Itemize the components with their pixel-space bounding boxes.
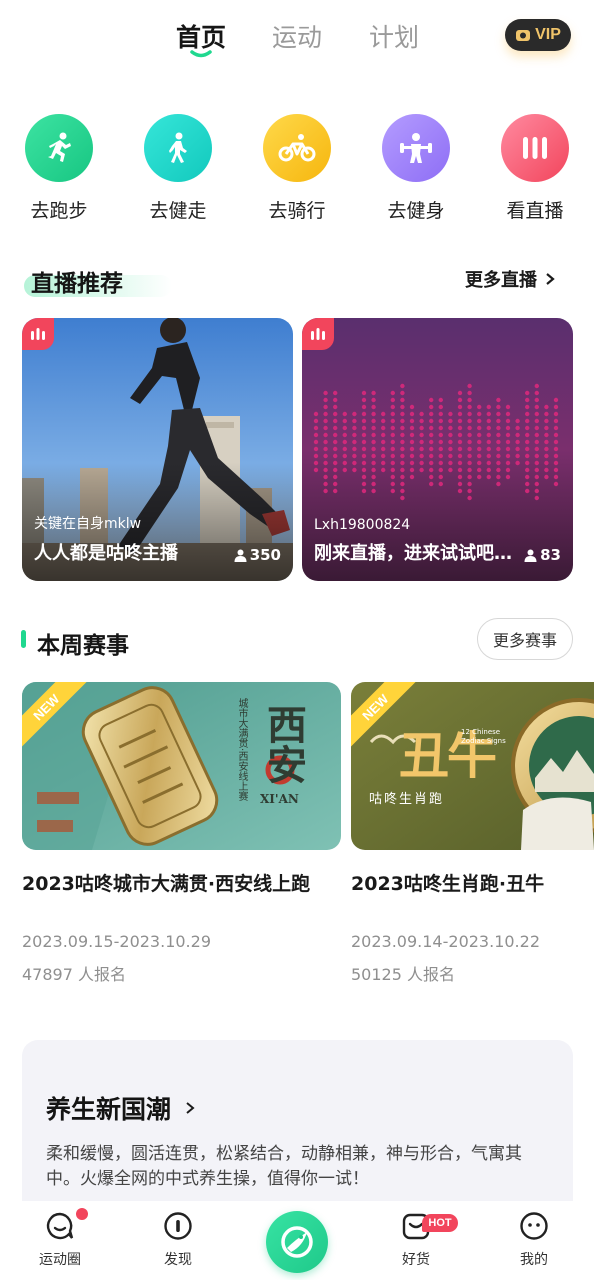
live-host: 关键在自身mklw bbox=[34, 516, 142, 532]
vip-label: VIP bbox=[535, 26, 561, 43]
action-walk[interactable]: 去健走 bbox=[128, 114, 228, 223]
tab-plan[interactable]: 计划 bbox=[369, 18, 419, 54]
nav-profile[interactable]: 我的 bbox=[494, 1211, 574, 1269]
vip-button[interactable]: VIP bbox=[505, 19, 571, 51]
event-card[interactable]: 丑牛 咕咚生肖跑 12 Chinese Zodiac Signs NEW 202… bbox=[351, 682, 594, 985]
event-art-tag: 12 Chinese Zodiac Signs bbox=[461, 728, 506, 745]
tab-active-indicator bbox=[190, 50, 212, 58]
action-live[interactable]: 看直播 bbox=[485, 114, 585, 223]
viewer-count: 350 bbox=[234, 546, 281, 564]
nav-goods-label: 好货 bbox=[402, 1252, 430, 1268]
live-card[interactable]: Lxh19800824 刚来直播，进来试试吧... 83 bbox=[302, 318, 573, 581]
event-name: 2023咕咚生肖跑·丑牛 bbox=[351, 873, 545, 895]
action-fitness-label: 去健身 bbox=[387, 200, 445, 222]
live-host: Lxh19800824 bbox=[314, 517, 411, 533]
nav-sport-circle-label: 运动圈 bbox=[39, 1252, 81, 1268]
action-run-label: 去跑步 bbox=[30, 200, 88, 222]
event-card[interactable]: 西安 XI'AN 城市大满贯·西安线上赛 NEW 2023咕咚城市大满贯·西安线… bbox=[22, 682, 341, 985]
action-run[interactable]: 去跑步 bbox=[9, 114, 109, 223]
event-cover: 丑牛 咕咚生肖跑 12 Chinese Zodiac Signs NEW bbox=[351, 682, 594, 850]
nav-discover[interactable]: 发现 bbox=[138, 1211, 218, 1269]
nav-discover-label: 发现 bbox=[164, 1252, 192, 1268]
chevron-right-icon bbox=[186, 1102, 195, 1114]
walking-icon bbox=[144, 114, 212, 182]
viewer-count-value: 83 bbox=[540, 546, 561, 564]
person-icon bbox=[234, 549, 247, 562]
live-section-title: 直播推荐 bbox=[31, 271, 123, 297]
event-dates: 2023.09.14-2023.10.22 bbox=[351, 932, 540, 951]
more-events-button[interactable]: 更多赛事 bbox=[477, 618, 573, 660]
event-art-title: 西安 bbox=[260, 704, 307, 784]
action-cycle[interactable]: 去骑行 bbox=[247, 114, 347, 223]
quick-actions: 去跑步 去健走 去骑行 去健身 看直播 bbox=[0, 114, 594, 224]
health-title: 养生新国潮 bbox=[46, 1090, 195, 1126]
nav-profile-label: 我的 bbox=[520, 1252, 548, 1268]
person-icon bbox=[524, 549, 537, 562]
action-fitness[interactable]: 去健身 bbox=[366, 114, 466, 223]
viewer-count: 83 bbox=[524, 546, 561, 564]
center-action-button[interactable] bbox=[266, 1211, 328, 1273]
chevron-right-icon bbox=[546, 273, 555, 285]
top-tab-bar: 首页 运动 计划 VIP bbox=[0, 0, 594, 80]
hot-badge: HOT bbox=[422, 1214, 458, 1232]
tab-home[interactable]: 首页 bbox=[176, 18, 226, 54]
event-name: 2023咕咚城市大满贯·西安线上跑 bbox=[22, 873, 311, 895]
live-title: 刚来直播，进来试试吧... bbox=[314, 543, 514, 564]
live-badge-icon bbox=[302, 318, 334, 350]
action-walk-label: 去健走 bbox=[149, 200, 207, 222]
tab-sport[interactable]: 运动 bbox=[272, 18, 322, 54]
event-signups: 50125 人报名 bbox=[351, 965, 455, 984]
event-cover: 西安 XI'AN 城市大满贯·西安线上赛 NEW bbox=[22, 682, 341, 850]
running-icon bbox=[25, 114, 93, 182]
live-badge-icon bbox=[22, 318, 54, 350]
events-section-title: 本周赛事 bbox=[37, 633, 129, 659]
event-art-subtitle: XI'AN bbox=[260, 792, 299, 806]
cycling-icon bbox=[263, 114, 331, 182]
live-title: 人人都是咕咚主播 bbox=[34, 543, 178, 564]
event-dates: 2023.09.15-2023.10.29 bbox=[22, 932, 211, 951]
health-description: 柔和缓慢，圆活连贯，松紧结合，动静相兼，神与形合，气寓其中。火爆全网的中式养生操… bbox=[46, 1144, 522, 1189]
compass-icon bbox=[164, 1212, 192, 1240]
event-art-vertical-text: 城市大满贯·西安线上赛 bbox=[236, 698, 247, 802]
more-live-link[interactable]: 更多直播 bbox=[465, 266, 555, 292]
event-art-title: 丑牛 bbox=[399, 726, 497, 785]
notification-dot bbox=[76, 1208, 88, 1220]
section-accent-bar bbox=[21, 630, 26, 648]
profile-icon bbox=[520, 1212, 548, 1240]
more-live-label: 更多直播 bbox=[465, 270, 537, 291]
bird-logo-icon bbox=[281, 1226, 313, 1258]
vip-camera-icon bbox=[516, 30, 531, 41]
action-live-label: 看直播 bbox=[506, 200, 564, 222]
action-cycle-label: 去骑行 bbox=[268, 200, 326, 222]
viewer-count-value: 350 bbox=[249, 546, 281, 564]
chat-bubble-icon bbox=[46, 1212, 74, 1240]
live-icon bbox=[501, 114, 569, 182]
fitness-icon bbox=[382, 114, 450, 182]
event-signups: 47897 人报名 bbox=[22, 965, 126, 984]
live-card[interactable]: 关键在自身mklw 人人都是咕咚主播 350 bbox=[22, 318, 293, 581]
event-art-subtitle: 咕咚生肖跑 bbox=[369, 792, 445, 807]
health-title-text: 养生新国潮 bbox=[46, 1095, 172, 1124]
nav-sport-circle[interactable]: 运动圈 bbox=[20, 1211, 100, 1269]
